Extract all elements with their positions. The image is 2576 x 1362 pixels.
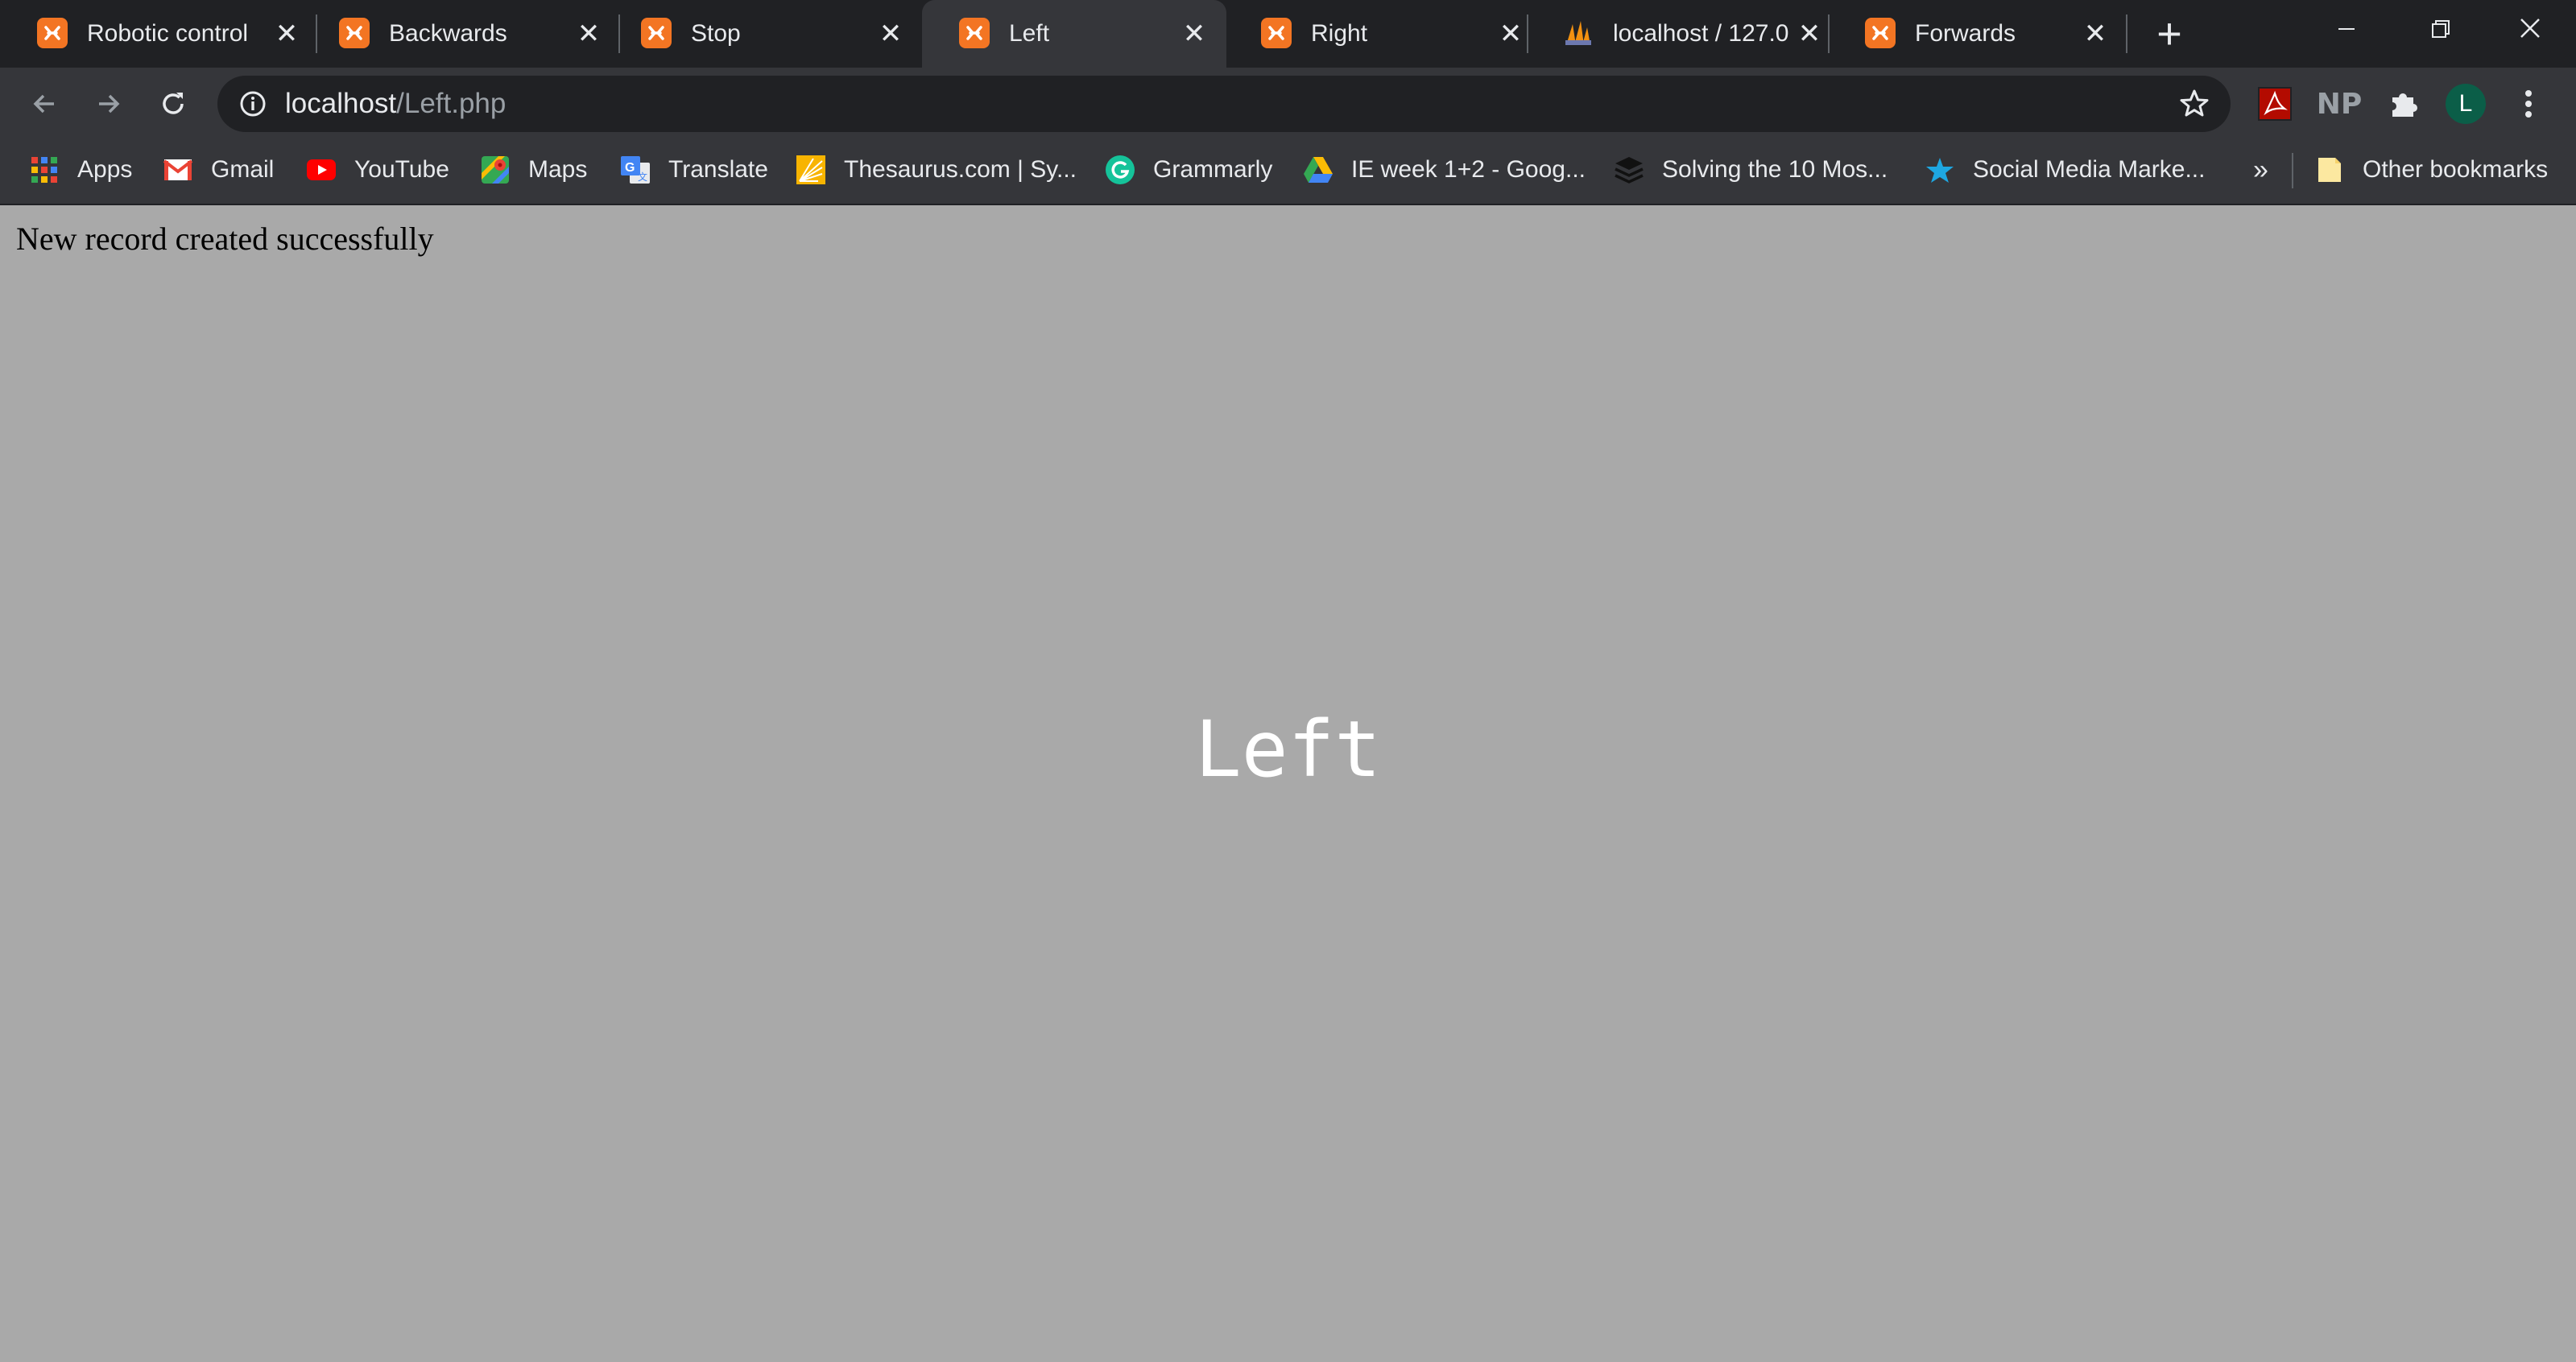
direction-heading: Left: [1194, 704, 1382, 794]
bookmark-label: Solving the 10 Mos...: [1662, 156, 1888, 183]
close-tab-icon[interactable]: ✕: [876, 19, 905, 48]
bookmark-label: Translate: [668, 156, 768, 183]
bookmark-social-media[interactable]: Social Media Marke...: [1925, 150, 2205, 190]
google-drive-icon: [1303, 155, 1333, 185]
bookmarks-bar: Apps Gmail YouTube Maps G文 Translate The…: [0, 138, 2576, 205]
svg-text:文: 文: [638, 171, 647, 183]
profile-avatar[interactable]: L: [2444, 84, 2487, 124]
page-content: New record created successfully Left: [0, 205, 2576, 1362]
grammarly-icon: [1105, 155, 1135, 185]
tab-title: Stop: [691, 20, 741, 47]
bookmark-label: Maps: [528, 156, 588, 183]
bookmark-label: Social Media Marke...: [1973, 156, 2206, 183]
close-tab-icon[interactable]: ✕: [1180, 19, 1209, 48]
bookmark-gmail[interactable]: Gmail: [163, 150, 274, 190]
tab-stop[interactable]: Stop ✕: [604, 0, 910, 68]
close-tab-icon[interactable]: ✕: [1795, 19, 1824, 48]
tab-title: Backwards: [389, 20, 507, 47]
bookmark-solving[interactable]: Solving the 10 Mos...: [1614, 150, 1888, 190]
tab-strip: Robotic control ✕ Backwards ✕ Stop ✕ Lef…: [0, 0, 2576, 68]
layers-icon: [1614, 155, 1644, 185]
tab-right[interactable]: Right ✕: [1224, 0, 1530, 68]
tab-title: Forwards: [1915, 20, 2016, 47]
phpmyadmin-icon: [1563, 18, 1594, 48]
browser-chrome: Robotic control ✕ Backwards ✕ Stop ✕ Lef…: [0, 0, 2576, 205]
success-message: New record created successfully: [16, 221, 434, 257]
other-bookmarks[interactable]: Other bookmarks: [2314, 150, 2548, 190]
bookmarks-overflow-chevron-icon[interactable]: »: [2253, 150, 2268, 190]
apps-grid-icon: [29, 155, 60, 185]
puzzle-extensions-icon[interactable]: [2384, 84, 2424, 124]
bookmark-star-icon[interactable]: [2177, 87, 2211, 121]
xampp-icon: [959, 18, 990, 48]
bookmark-label: Grammarly: [1153, 156, 1273, 183]
tab-title: Robotic control: [87, 20, 249, 47]
close-tab-icon[interactable]: ✕: [272, 19, 301, 48]
bookmark-apps[interactable]: Apps: [29, 150, 132, 190]
menu-kebab-icon[interactable]: [2508, 84, 2549, 124]
avatar: L: [2446, 84, 2486, 124]
bookmark-youtube[interactable]: YouTube: [306, 150, 449, 190]
forward-arrow-icon[interactable]: [87, 82, 130, 126]
toolbar: localhost/Left.php NP L: [0, 68, 2576, 138]
tab-title: Right: [1311, 20, 1368, 47]
close-tab-icon[interactable]: ✕: [1496, 19, 1525, 48]
maps-icon: [480, 155, 511, 185]
url-text[interactable]: localhost/Left.php: [285, 84, 506, 124]
bookmark-label: Apps: [77, 156, 133, 183]
svg-text:G: G: [625, 161, 635, 175]
new-tab-plus-icon[interactable]: +: [2150, 12, 2189, 56]
bookmark-translate[interactable]: G文 Translate: [620, 150, 768, 190]
bookmarks-divider: [2292, 153, 2293, 188]
tab-divider: [2126, 14, 2127, 53]
close-tab-icon[interactable]: ✕: [574, 19, 603, 48]
url-path: /Left.php: [396, 88, 507, 119]
translate-icon: G文: [620, 155, 651, 185]
bookmark-thesaurus[interactable]: Thesaurus.com | Sy...: [796, 150, 1077, 190]
bookmark-label: YouTube: [354, 156, 449, 183]
xampp-icon: [1261, 18, 1292, 48]
address-bar[interactable]: localhost/Left.php: [217, 76, 2231, 132]
np-extension-icon[interactable]: NP: [2317, 84, 2363, 124]
tab-title: Left: [1009, 20, 1050, 47]
restore-icon[interactable]: [2414, 11, 2462, 47]
close-tab-icon[interactable]: ✕: [2081, 19, 2110, 48]
back-arrow-icon[interactable]: [23, 82, 66, 126]
folder-icon: [2314, 155, 2345, 185]
tab-forwards[interactable]: Forwards ✕: [1828, 0, 2130, 68]
acrobat-extension-icon[interactable]: [2255, 84, 2295, 124]
bookmark-label: IE week 1+2 - Goog...: [1351, 156, 1586, 183]
thesaurus-icon: [796, 155, 826, 185]
xampp-icon: [641, 18, 672, 48]
tab-phpmyadmin[interactable]: localhost / 127.0 ✕: [1526, 0, 1828, 68]
tab-left-active[interactable]: Left ✕: [922, 0, 1226, 68]
bookmark-grammarly[interactable]: Grammarly: [1105, 150, 1272, 190]
bookmark-ie-week[interactable]: IE week 1+2 - Goog...: [1303, 150, 1586, 190]
bookmark-label: Other bookmarks: [2363, 156, 2549, 183]
bookmark-label: Gmail: [211, 156, 275, 183]
site-info-icon[interactable]: [238, 89, 267, 118]
reload-icon[interactable]: [151, 82, 195, 126]
xampp-icon: [339, 18, 370, 48]
url-host: localhost: [285, 88, 397, 119]
bookmark-label: Thesaurus.com | Sy...: [844, 156, 1077, 183]
youtube-icon: [306, 155, 337, 185]
gmail-icon: [163, 155, 193, 185]
tab-backwards[interactable]: Backwards ✕: [302, 0, 608, 68]
minimize-icon[interactable]: [2322, 11, 2371, 47]
star-icon: [1925, 155, 1955, 185]
xampp-icon: [1865, 18, 1896, 48]
bookmark-maps[interactable]: Maps: [480, 150, 587, 190]
close-window-icon[interactable]: [2506, 11, 2554, 47]
tab-robotic-control[interactable]: Robotic control ✕: [0, 0, 306, 68]
tab-title: localhost / 127.0: [1613, 20, 1789, 47]
xampp-icon: [37, 18, 68, 48]
